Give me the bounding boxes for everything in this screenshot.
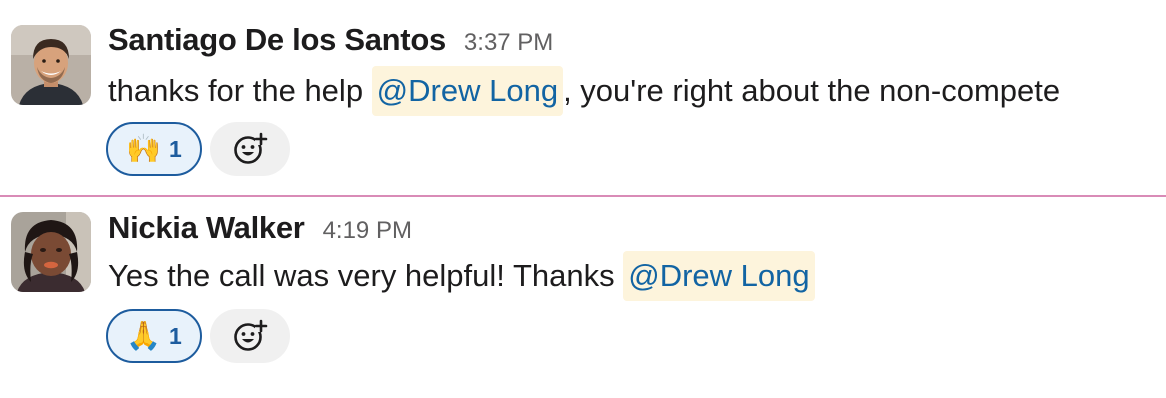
timestamp[interactable]: 4:19 PM — [323, 217, 412, 245]
reaction-count: 1 — [169, 135, 182, 162]
message-header: Nickia Walker 4:19 PM — [108, 210, 412, 250]
sender-name[interactable]: Nickia Walker — [108, 210, 305, 246]
message-text-before: Yes the call was very helpful! Thanks — [108, 258, 624, 293]
message-text: Yes the call was very helpful! Thanks @D… — [108, 251, 815, 301]
user-mention[interactable]: @Drew Long — [371, 66, 564, 116]
message-text: thanks for the help @Drew Long, you're r… — [108, 66, 1060, 116]
message-text-after: , you're right about the non-compete — [563, 73, 1061, 108]
reactions-bar: 🙏 1 — [106, 309, 290, 363]
message-nickia: Nickia Walker 4:19 PM Yes the call was v… — [0, 198, 1166, 398]
raising-hands-emoji-icon: 🙌 — [126, 132, 162, 165]
add-reaction-icon — [234, 319, 268, 351]
message-text-before: thanks for the help — [108, 73, 372, 108]
message-header: Santiago De los Santos 3:37 PM — [108, 22, 553, 62]
reaction-pill[interactable]: 🙏 1 — [106, 309, 202, 363]
avatar-santiago[interactable] — [11, 25, 91, 105]
avatar-nickia-image — [11, 212, 91, 292]
user-mention[interactable]: @Drew Long — [623, 251, 815, 301]
new-messages-divider — [0, 195, 1166, 197]
add-reaction-button[interactable] — [210, 309, 290, 363]
add-reaction-button[interactable] — [210, 122, 290, 176]
add-reaction-icon — [234, 132, 268, 164]
avatar-santiago-image — [11, 25, 91, 105]
message-santiago: Santiago De los Santos 3:37 PM thanks fo… — [0, 0, 1166, 190]
reaction-count: 1 — [169, 322, 182, 349]
reaction-pill[interactable]: 🙌 1 — [106, 122, 202, 176]
avatar-nickia[interactable] — [11, 212, 91, 292]
folded-hands-emoji-icon: 🙏 — [126, 319, 162, 352]
timestamp[interactable]: 3:37 PM — [464, 29, 553, 57]
sender-name[interactable]: Santiago De los Santos — [108, 22, 446, 58]
reactions-bar: 🙌 1 — [106, 122, 290, 176]
